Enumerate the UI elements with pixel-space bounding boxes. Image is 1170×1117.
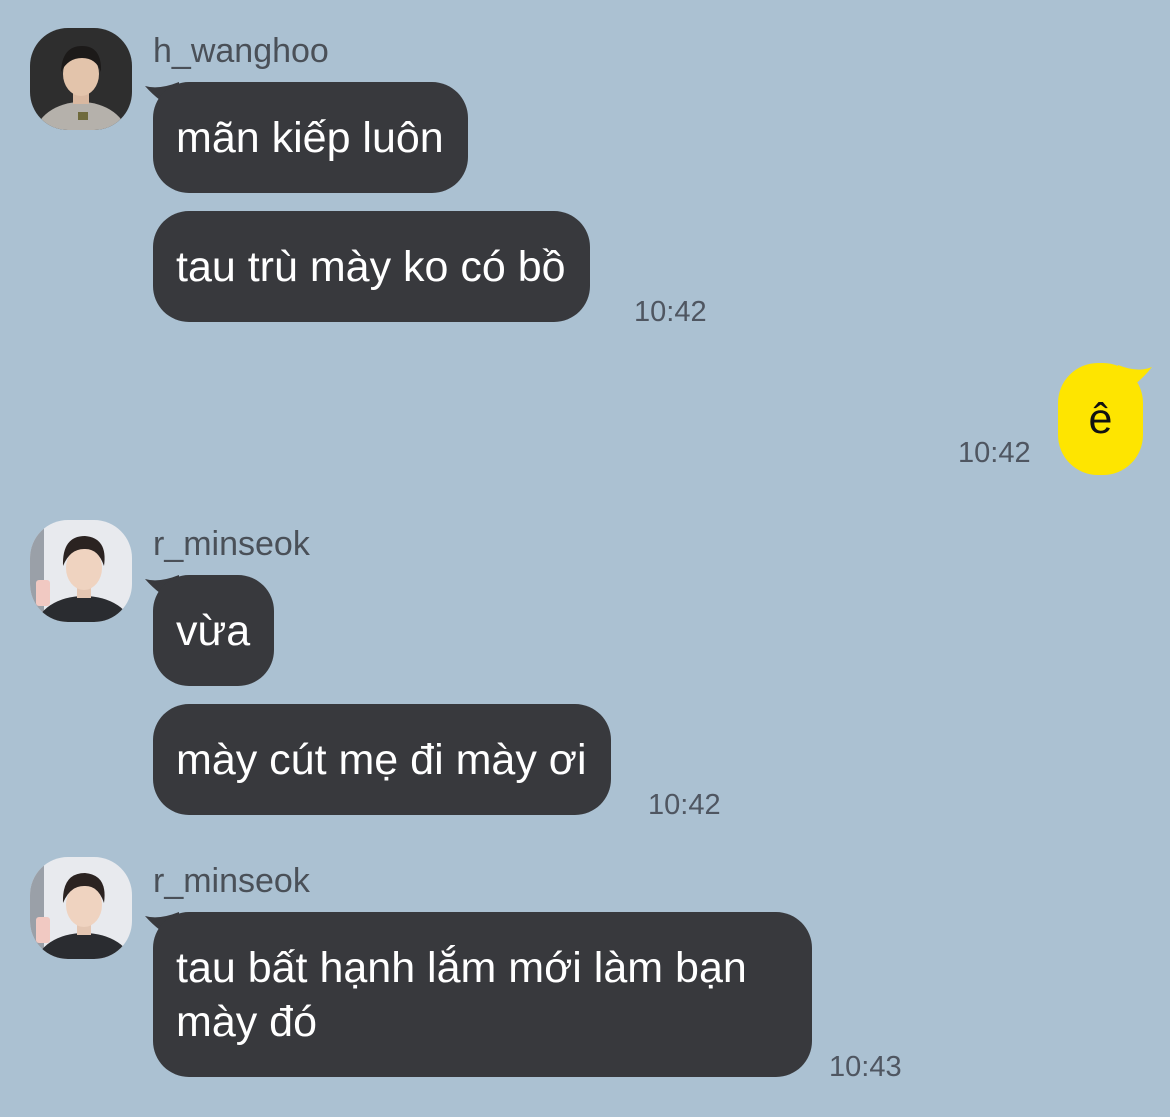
bubble-tail [1118, 365, 1152, 395]
message-text: ê [1088, 395, 1113, 443]
message-text: tau trù mày ko có bồ [176, 243, 566, 291]
user-photo-icon [30, 520, 132, 622]
message-bubble[interactable]: tau trù mày ko có bồ [153, 211, 590, 322]
user-photo-icon [30, 857, 132, 959]
avatar[interactable] [30, 857, 132, 959]
message-bubble[interactable]: tau bất hạnh lắm mới làm bạn mày đó [153, 912, 812, 1077]
message-bubble[interactable]: mày cút mẹ đi mày ơi [153, 704, 611, 815]
message-timestamp: 10:42 [648, 789, 721, 821]
sender-name: r_minseok [153, 862, 310, 900]
avatar[interactable] [30, 28, 132, 130]
message-bubble[interactable]: vừa [153, 575, 275, 686]
message-timestamp: 10:42 [634, 296, 707, 328]
message-text: tau bất hạnh lắm mới làm bạn mày đó [176, 944, 747, 1046]
message-bubble[interactable]: mãn kiếp luôn [153, 82, 468, 193]
message-text: mày cút mẹ đi mày ơi [176, 736, 587, 784]
sender-name: h_wanghoo [153, 32, 329, 70]
user-photo-icon [30, 28, 132, 130]
message-timestamp: 10:43 [829, 1051, 902, 1083]
message-text: mãn kiếp luôn [176, 114, 444, 162]
avatar[interactable] [30, 520, 132, 622]
message-timestamp: 10:42 [958, 437, 1031, 469]
sender-name: r_minseok [153, 525, 310, 563]
message-text: vừa [176, 607, 251, 655]
